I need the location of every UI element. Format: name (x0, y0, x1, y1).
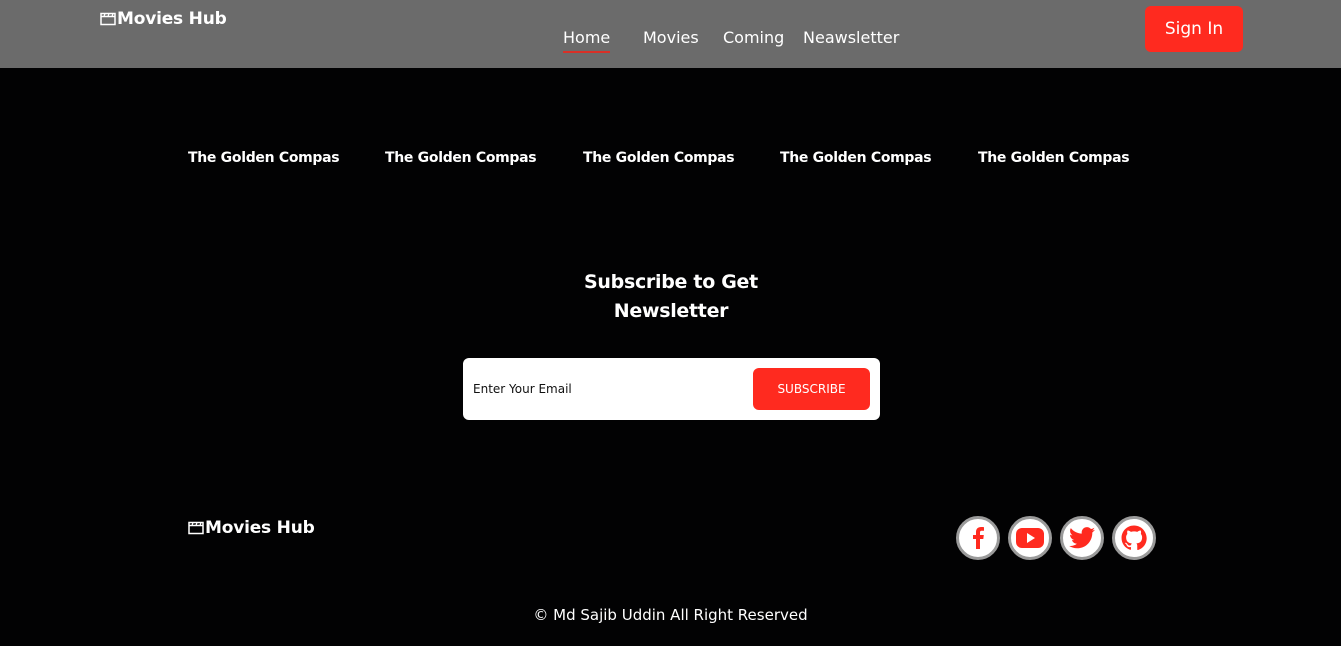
nav-movies[interactable]: Movies (643, 28, 699, 47)
movie-title[interactable]: The Golden Compas (583, 150, 735, 166)
brand-name: Movies Hub (117, 9, 227, 29)
youtube-icon (1016, 528, 1044, 548)
footer-brand-logo[interactable]: Movies Hub (188, 517, 315, 539)
movie-title[interactable]: The Golden Compas (188, 150, 340, 166)
clapperboard-icon (188, 521, 204, 535)
nav-home[interactable]: Home (563, 28, 611, 53)
facebook-link[interactable] (956, 516, 1000, 560)
subscribe-heading-line2: Newsletter (613, 300, 729, 322)
copyright-text: © Md Sajib Uddin All Right Reserved (533, 606, 808, 624)
twitter-link[interactable] (1060, 516, 1104, 560)
movie-title[interactable]: The Golden Compas (780, 150, 932, 166)
subscribe-heading: Subscribe to Get Newsletter (520, 268, 822, 326)
clapperboard-icon (100, 12, 116, 26)
youtube-link[interactable] (1008, 516, 1052, 560)
page: Movies Hub Home Movies Coming Neawslette… (0, 0, 1341, 646)
footer-brand-name: Movies Hub (205, 518, 315, 538)
github-link[interactable] (1112, 516, 1156, 560)
movie-title[interactable]: The Golden Compas (385, 150, 537, 166)
twitter-icon (1069, 527, 1095, 549)
nav-coming[interactable]: Coming (723, 28, 784, 47)
nav-newsletter[interactable]: Neawsletter (803, 28, 899, 47)
sign-in-button[interactable]: Sign In (1145, 6, 1243, 52)
email-input[interactable] (471, 368, 751, 410)
subscribe-heading-line1: Subscribe to Get (584, 271, 758, 293)
top-navbar: Movies Hub Home Movies Coming Neawslette… (0, 0, 1341, 68)
facebook-icon (973, 527, 984, 549)
movie-title[interactable]: The Golden Compas (978, 150, 1130, 166)
subscribe-form: SUBSCRIBE (463, 358, 880, 420)
github-icon (1121, 525, 1147, 551)
subscribe-button[interactable]: SUBSCRIBE (753, 368, 870, 410)
brand-logo[interactable]: Movies Hub (100, 8, 227, 30)
movie-titles-row: The Golden Compas The Golden Compas The … (0, 150, 1341, 172)
